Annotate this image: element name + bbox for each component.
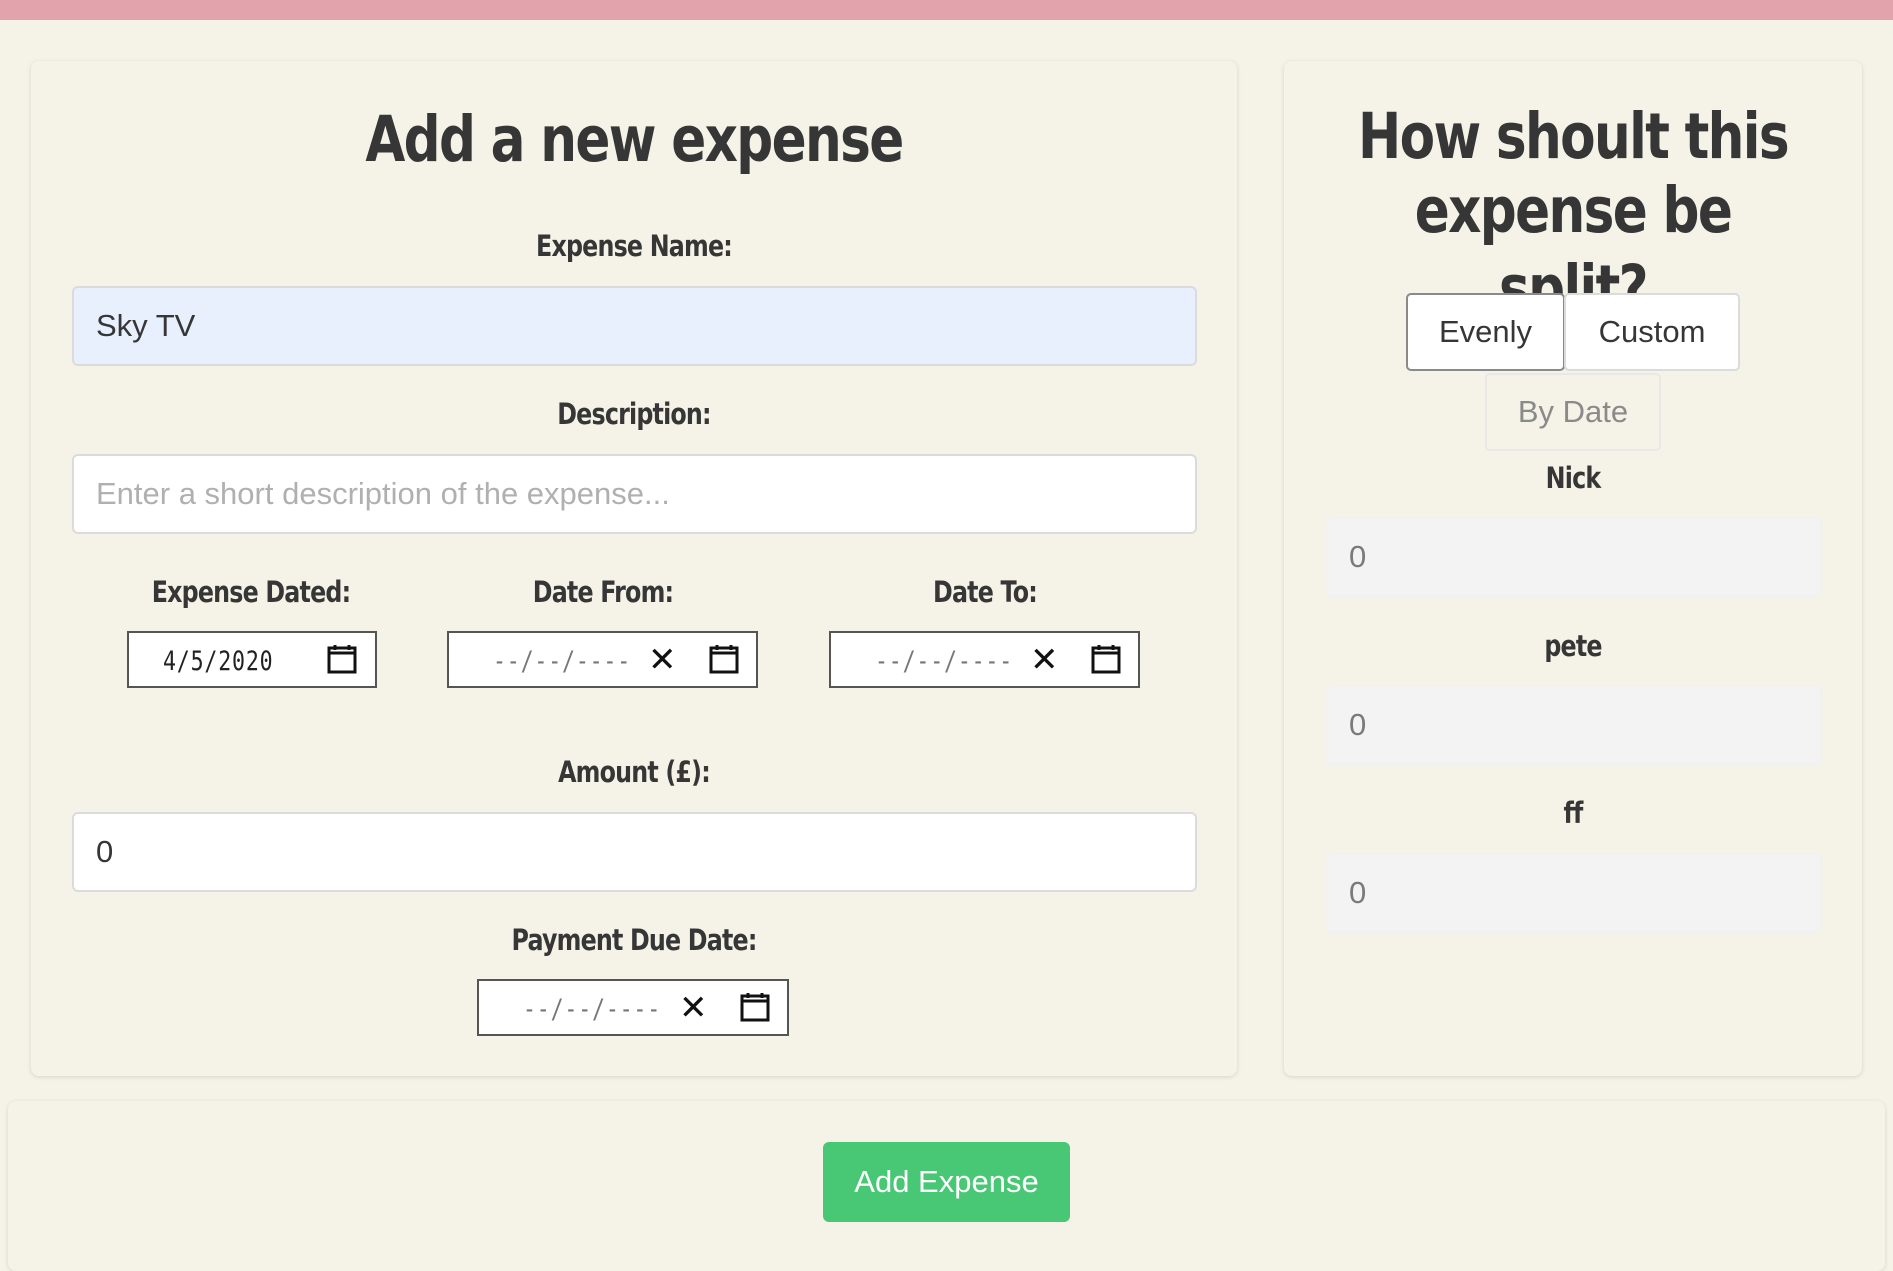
expense-dated-value: 4/5/2020 bbox=[163, 646, 274, 677]
person-name-ff: ff bbox=[1563, 796, 1583, 830]
payment-due-input[interactable]: --/--/---- ✕ bbox=[477, 979, 789, 1036]
calendar-icon[interactable] bbox=[327, 644, 357, 674]
clear-icon[interactable]: ✕ bbox=[1030, 643, 1059, 677]
expense-name-label: Expense Name: bbox=[536, 229, 733, 263]
date-from-value: --/--/---- bbox=[493, 646, 632, 677]
person-share-input-ff[interactable] bbox=[1325, 853, 1822, 933]
expense-dated-label: Expense Dated: bbox=[151, 575, 351, 609]
date-to-input[interactable]: --/--/---- ✕ bbox=[829, 631, 1140, 688]
amount-input[interactable] bbox=[72, 812, 1197, 892]
payment-due-label: Payment Due Date: bbox=[511, 923, 757, 957]
date-to-label: Date To: bbox=[933, 575, 1038, 609]
page-title: Add a new expense bbox=[365, 103, 904, 176]
person-share-input-pete[interactable] bbox=[1325, 685, 1822, 765]
split-custom-button[interactable]: Custom bbox=[1564, 293, 1740, 371]
payment-due-value: --/--/---- bbox=[523, 994, 662, 1025]
description-input[interactable] bbox=[72, 454, 1197, 534]
calendar-icon[interactable] bbox=[740, 992, 770, 1022]
expense-name-input[interactable] bbox=[72, 286, 1197, 366]
date-to-value: --/--/---- bbox=[875, 646, 1014, 677]
expense-dated-input[interactable]: 4/5/2020 bbox=[127, 631, 377, 688]
person-name-nick: Nick bbox=[1545, 461, 1602, 495]
top-bar bbox=[0, 0, 1893, 20]
date-from-label: Date From: bbox=[532, 575, 674, 609]
add-expense-button[interactable]: Add Expense bbox=[823, 1142, 1070, 1222]
date-from-input[interactable]: --/--/---- ✕ bbox=[447, 631, 758, 688]
calendar-icon[interactable] bbox=[1091, 644, 1121, 674]
person-share-input-nick[interactable] bbox=[1325, 517, 1822, 597]
split-evenly-button[interactable]: Evenly bbox=[1406, 293, 1565, 371]
clear-icon[interactable]: ✕ bbox=[679, 991, 708, 1025]
amount-label: Amount (£): bbox=[558, 755, 711, 789]
clear-icon[interactable]: ✕ bbox=[648, 643, 677, 677]
calendar-icon[interactable] bbox=[709, 644, 739, 674]
person-name-pete: pete bbox=[1544, 629, 1602, 663]
split-title-line-1: How shoult this bbox=[1358, 100, 1790, 173]
split-by-date-button[interactable]: By Date bbox=[1485, 373, 1661, 451]
description-label: Description: bbox=[557, 397, 711, 431]
